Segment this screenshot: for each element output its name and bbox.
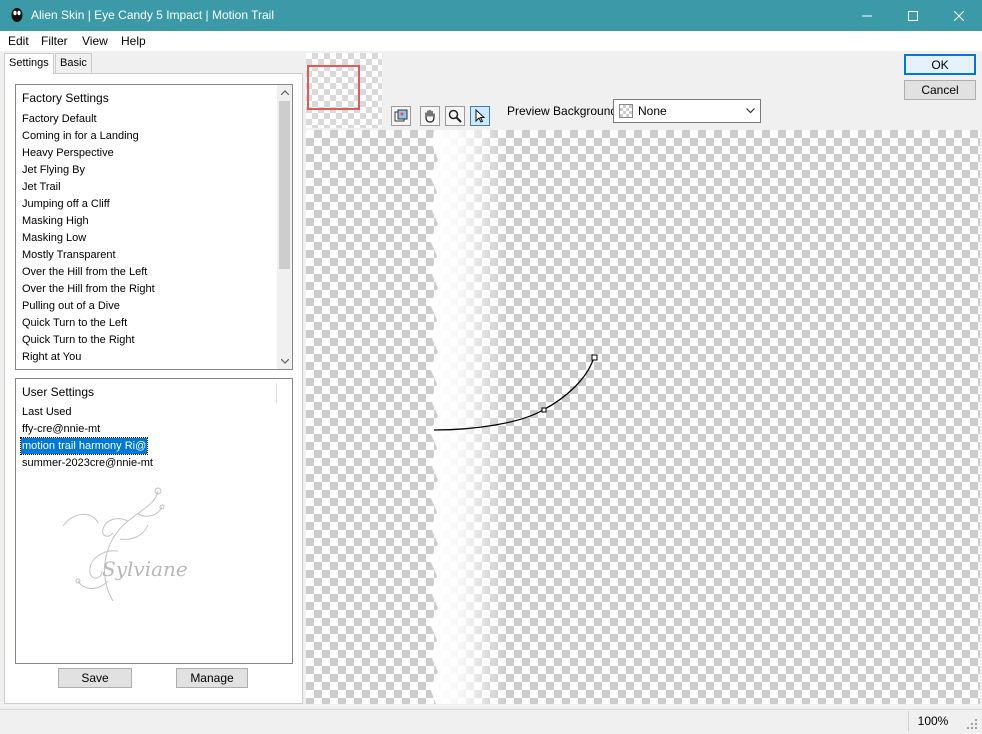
hand-icon	[425, 109, 435, 123]
zoom-level: 100%	[908, 711, 957, 731]
list-item[interactable]: Jumping off a Cliff	[21, 196, 111, 212]
list-item[interactable]: Heavy Perspective	[21, 145, 115, 161]
hand-tool-button[interactable]	[420, 106, 440, 126]
title-bar: Alien Skin | Eye Candy 5 Impact | Motion…	[0, 0, 982, 31]
factory-list-scrollbar[interactable]	[277, 85, 292, 369]
list-item[interactable]: summer-2023cre@nnie-mt	[21, 455, 154, 471]
scroll-up-button[interactable]	[277, 85, 292, 100]
scrollbar-thumb[interactable]	[279, 101, 290, 269]
curve-end-handle[interactable]	[591, 354, 598, 361]
zoom-tool-button[interactable]	[445, 106, 465, 126]
list-item[interactable]: Quick Turn to the Right	[21, 332, 136, 348]
list-item[interactable]: Masking Low	[21, 230, 87, 246]
menu-bar: Edit Filter View Help	[0, 31, 982, 51]
list-item[interactable]: Quick Turn to the Left	[21, 315, 128, 331]
status-bar	[0, 709, 982, 734]
app-icon	[11, 8, 23, 22]
maximize-button[interactable]	[890, 0, 936, 31]
list-item[interactable]: Coming in for a Landing	[21, 128, 140, 144]
chevron-down-icon	[746, 108, 755, 114]
list-item[interactable]: Over the Hill from the Right	[21, 281, 156, 297]
list-item[interactable]: Pulling out of a Dive	[21, 298, 121, 314]
preview-background-select[interactable]: None	[613, 99, 761, 123]
minimize-button[interactable]	[844, 0, 890, 31]
scroll-down-button[interactable]	[277, 354, 292, 369]
save-button[interactable]: Save	[58, 668, 132, 688]
list-item[interactable]: Mostly Transparent	[21, 247, 117, 263]
menu-filter[interactable]: Filter	[41, 34, 68, 48]
chevron-down-icon	[280, 359, 289, 364]
list-item[interactable]: Jet Trail	[21, 179, 62, 195]
navigator-view-frame[interactable]	[307, 65, 360, 110]
close-icon	[954, 10, 964, 21]
settings-panel: Factory Settings Factory Default Coming …	[4, 73, 303, 704]
factory-settings-header: Factory Settings	[22, 91, 109, 105]
navigator-tool-button[interactable]	[391, 106, 411, 126]
preview-background-label: Preview Background:	[507, 104, 621, 118]
ok-button[interactable]: OK	[904, 54, 976, 75]
maximize-icon	[908, 10, 918, 21]
factory-settings-list[interactable]: Factory Settings Factory Default Coming …	[15, 84, 293, 370]
navigator-icon	[394, 109, 408, 122]
menu-view[interactable]: View	[82, 34, 108, 48]
preview-canvas[interactable]	[306, 130, 980, 704]
tab-settings[interactable]: Settings	[4, 53, 54, 74]
cancel-button[interactable]: Cancel	[904, 80, 976, 100]
motion-trail-effect	[430, 130, 506, 704]
minimize-icon	[862, 15, 872, 16]
menu-help[interactable]: Help	[121, 34, 146, 48]
watermark-text: Sylviane	[102, 557, 188, 581]
pointer-icon	[475, 109, 486, 123]
list-item-selected[interactable]: motion trail harmony Ri@	[19, 437, 149, 455]
header-divider	[276, 383, 277, 403]
list-item[interactable]: Last Used	[21, 404, 73, 420]
user-settings-list[interactable]: User Settings Last Used ffy-cre@nnie-mt …	[15, 378, 293, 664]
window-title: Alien Skin | Eye Candy 5 Impact | Motion…	[31, 8, 275, 22]
list-item[interactable]: Factory Default	[21, 111, 98, 127]
pointer-tool-button[interactable]	[470, 106, 490, 126]
user-settings-header: User Settings	[22, 385, 95, 399]
close-button[interactable]	[936, 0, 982, 31]
list-item[interactable]: Over the Hill from the Left	[21, 264, 148, 280]
tab-basic[interactable]: Basic	[55, 53, 92, 73]
manage-button[interactable]: Manage	[176, 668, 248, 688]
watermark-ornament-icon: Sylviane	[62, 487, 188, 602]
list-item[interactable]: Masking High	[21, 213, 90, 229]
preview-background-value: None	[638, 104, 667, 118]
list-item[interactable]: ffy-cre@nnie-mt	[21, 421, 101, 437]
motion-trail-preview	[430, 130, 598, 704]
resize-grip-icon[interactable]	[966, 718, 978, 730]
navigator-thumbnail[interactable]	[306, 53, 382, 128]
curve-control-point[interactable]	[541, 407, 547, 413]
zoom-icon	[448, 109, 462, 123]
transparency-swatch-icon	[619, 104, 633, 118]
list-item[interactable]: Jet Flying By	[21, 162, 86, 178]
menu-edit[interactable]: Edit	[8, 34, 29, 48]
chevron-up-icon	[280, 90, 289, 95]
list-item[interactable]: Right at You	[21, 349, 82, 365]
